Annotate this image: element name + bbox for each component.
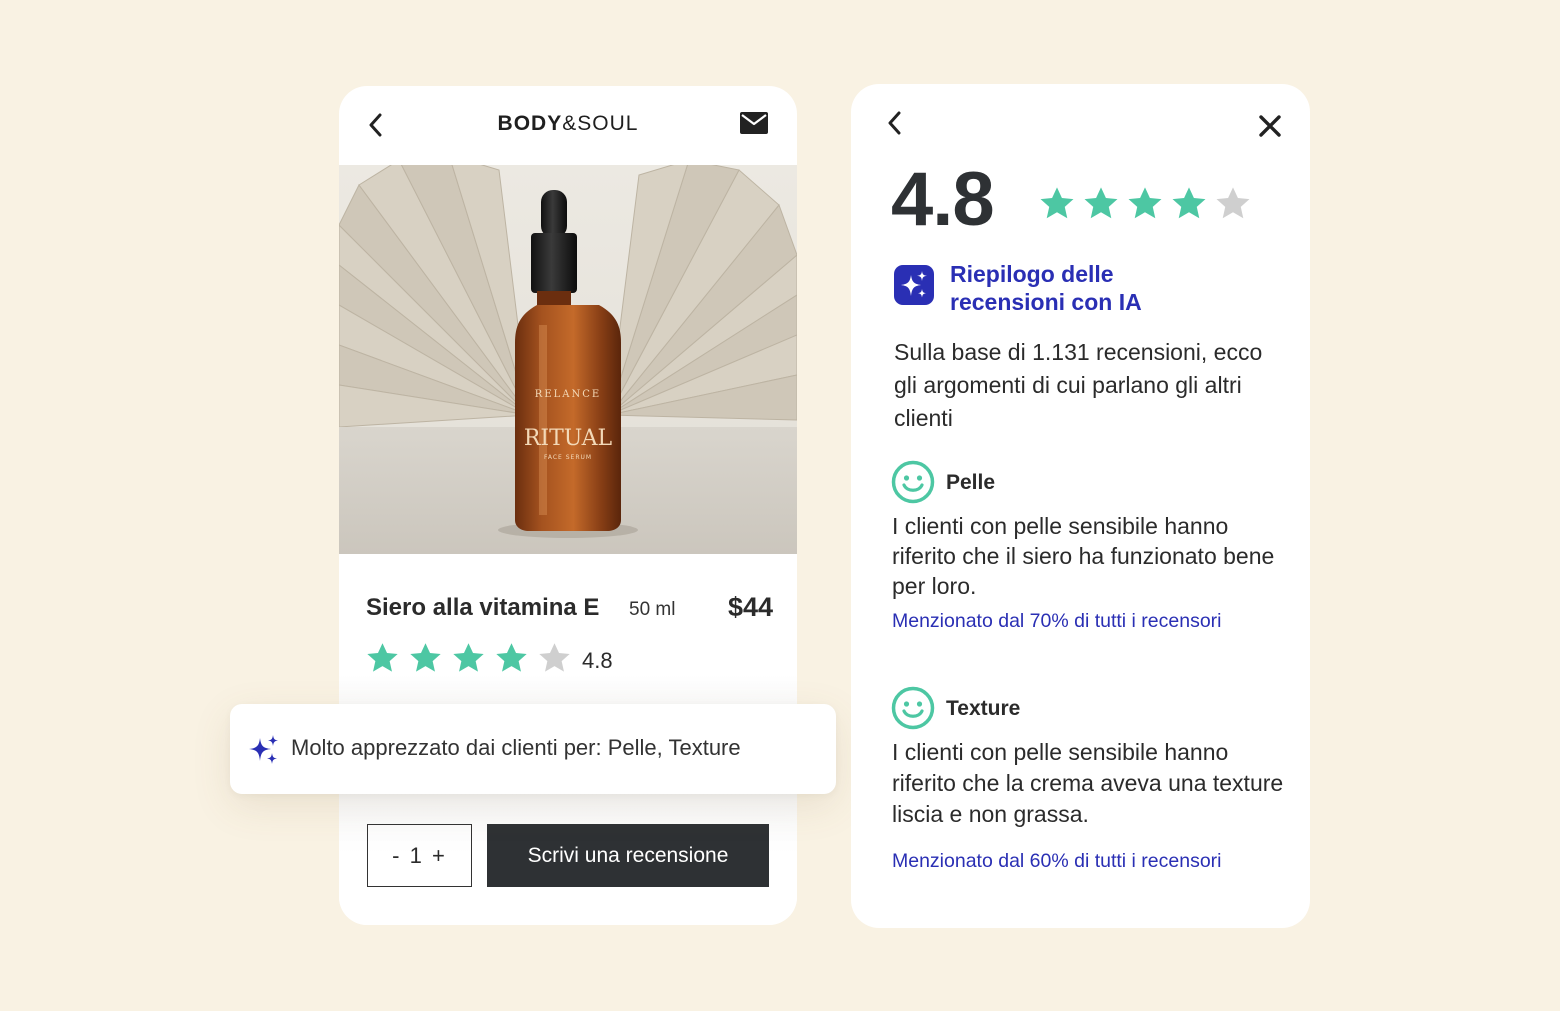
smiley-icon bbox=[891, 686, 935, 730]
star-empty-icon bbox=[539, 643, 570, 672]
star-filled-icon bbox=[1128, 187, 1162, 219]
star-filled-icon bbox=[410, 643, 441, 672]
ai-highlight-banner[interactable]: Molto apprezzato dai clienti per: Pelle,… bbox=[230, 704, 836, 794]
overall-star-rating bbox=[1038, 185, 1252, 223]
topic-name: Pelle bbox=[946, 471, 996, 494]
topic-mention-rate: Menzionato dal 60% di tutti i recensori bbox=[892, 850, 1222, 872]
brand-logo-light: &SOUL bbox=[562, 112, 639, 135]
product-image: RELANCE RITUAL FACE SERUM bbox=[339, 165, 797, 554]
write-review-button[interactable]: Scrivi una recensione bbox=[487, 824, 769, 887]
chevron-left-icon[interactable] bbox=[880, 108, 910, 138]
product-header: BODY&SOUL bbox=[339, 86, 797, 164]
smiley-icon bbox=[891, 460, 935, 504]
star-filled-icon bbox=[367, 643, 398, 672]
topic-mention-rate: Menzionato dal 70% di tutti i recensori bbox=[892, 610, 1222, 632]
topic-description: I clienti con pelle sensibile hanno rife… bbox=[892, 513, 1275, 599]
star-empty-icon bbox=[1216, 187, 1250, 219]
sparkle-icon bbox=[247, 733, 281, 767]
star-filled-icon bbox=[453, 643, 484, 672]
product-star-rating bbox=[365, 641, 572, 676]
brand-logo-bold: BODY bbox=[497, 112, 563, 135]
star-filled-icon bbox=[1172, 187, 1206, 219]
product-price: $44 bbox=[727, 592, 773, 622]
product-size: 50 ml bbox=[629, 599, 676, 620]
overall-rating: 4.8 bbox=[891, 157, 995, 242]
bottle-subtitle-text: FACE SERUM bbox=[544, 454, 592, 461]
bottle-name-text: RITUAL bbox=[524, 426, 613, 451]
product-rating-value: 4.8 bbox=[582, 648, 613, 673]
quantity-stepper[interactable]: - 1 + bbox=[367, 824, 472, 887]
product-name: Siero alla vitamina E bbox=[366, 594, 600, 621]
mail-icon[interactable] bbox=[740, 112, 768, 134]
product-page-card: BODY&SOUL RELANCE RITUAL FACE SERUM Sier… bbox=[339, 86, 797, 925]
star-filled-icon bbox=[1040, 187, 1074, 219]
ai-review-summary-panel: 4.8 Riepilogo delle recensioni con IA Su… bbox=[851, 84, 1310, 928]
highlight-text: Molto apprezzato dai clienti per: Pelle,… bbox=[291, 735, 741, 760]
topic-description: I clienti con pelle sensibile hanno rife… bbox=[892, 739, 1284, 827]
ai-summary-intro: Sulla base di 1.131 recensioni, ecco gli… bbox=[894, 339, 1263, 431]
topic-name: Texture bbox=[946, 697, 1021, 720]
brand-logo[interactable]: BODY&SOUL bbox=[339, 112, 797, 136]
star-filled-icon bbox=[496, 643, 527, 672]
close-icon[interactable] bbox=[1258, 114, 1282, 138]
ai-summary-title: Riepilogo delle recensioni con IA bbox=[950, 261, 1142, 315]
ai-sparkle-icon bbox=[894, 265, 934, 305]
star-filled-icon bbox=[1084, 187, 1118, 219]
bottle-brand-text: RELANCE bbox=[535, 389, 601, 400]
